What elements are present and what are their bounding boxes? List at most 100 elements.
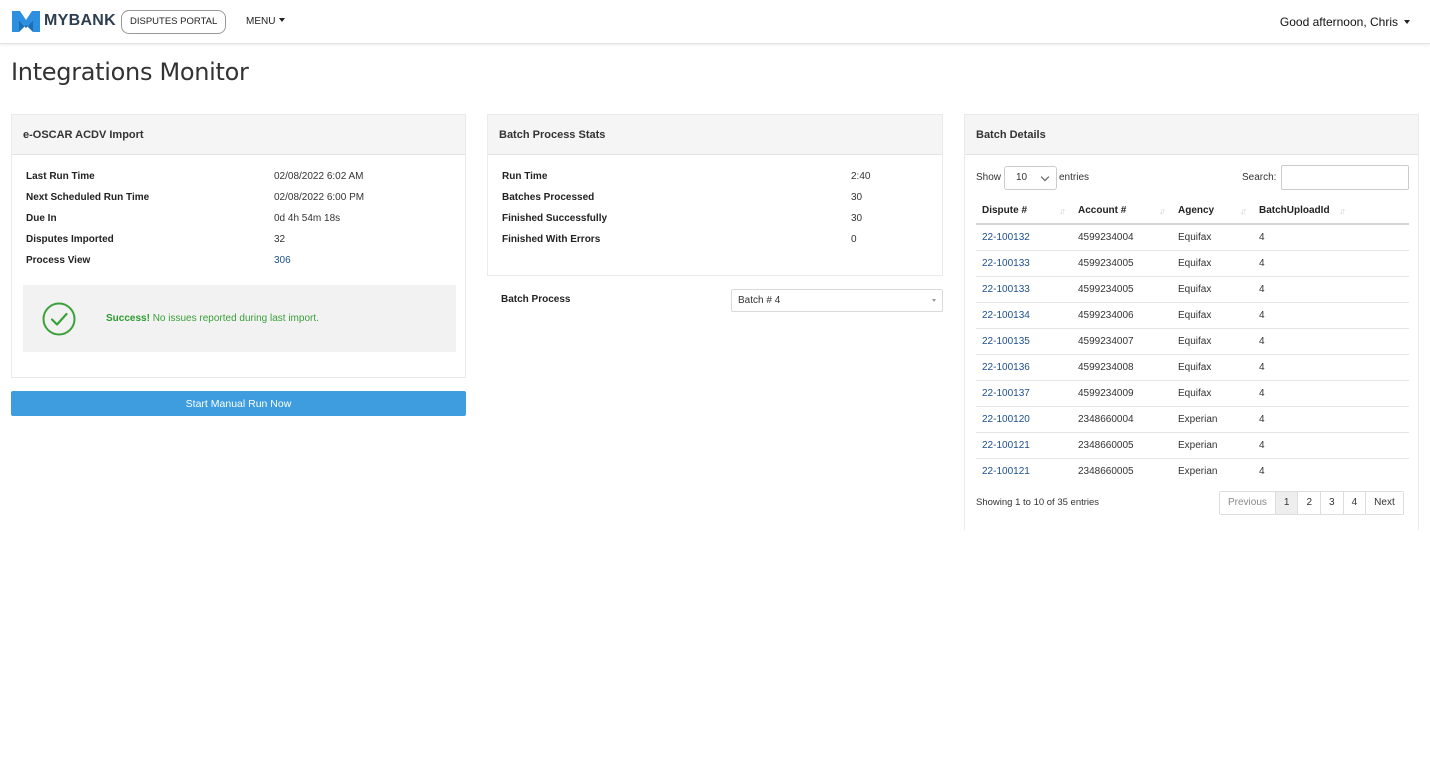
agency-cell: Experian — [1178, 465, 1218, 477]
next-run-label: Next Scheduled Run Time — [26, 192, 150, 203]
dispute-number-link[interactable]: 22-100132 — [976, 224, 1072, 251]
page-button-1[interactable]: 1 — [1275, 492, 1299, 514]
sort-icon: ↓↑ — [1339, 206, 1346, 216]
account-number-cell: 4599234008 — [1072, 354, 1172, 381]
batch-process-select[interactable]: Batch # 4 — [731, 289, 943, 312]
column-header-agency[interactable]: Agency ↓↑ — [1172, 197, 1253, 225]
process-view-link[interactable]: 306 — [274, 255, 291, 266]
sort-icon: ↓↑ — [1159, 206, 1166, 216]
table-row: 22-100135 4599234007 Equifax 4 — [976, 328, 1409, 355]
kv-row: Finished Successfully 30 — [502, 213, 922, 234]
kv-row: Process View 306 — [26, 255, 446, 276]
sort-icon: ↓↑ — [1240, 206, 1247, 216]
success-message: Success! No issues reported during last … — [106, 313, 319, 324]
dispute-number-link[interactable]: 22-100121 — [976, 458, 1072, 484]
account-number-cell: 4599234009 — [1072, 380, 1172, 407]
agency-cell: Experian — [1172, 406, 1253, 433]
dispute-number-link[interactable]: 22-100121 — [976, 432, 1072, 459]
batches-processed-label: Batches Processed — [502, 192, 595, 203]
batch-upload-id-cell: 4 — [1253, 224, 1374, 251]
stats-panel-title: Batch Process Stats — [488, 115, 942, 155]
column-header-account[interactable]: Account # ↓↑ — [1072, 197, 1172, 225]
chevron-down-icon — [1040, 172, 1050, 182]
pagination: Previous 1 2 3 4 Next — [1219, 491, 1404, 515]
caret-down-icon — [1404, 20, 1410, 24]
agency-cell: Equifax — [1172, 250, 1253, 277]
table-row: 22-100121 2348660005 Experian 4 — [976, 458, 1409, 484]
dispute-number-link[interactable]: 22-100135 — [976, 328, 1072, 355]
account-number-cell: 2348660005 — [1078, 465, 1134, 477]
start-manual-run-button[interactable]: Start Manual Run Now — [11, 391, 466, 416]
page-length-select[interactable]: 10 — [1004, 166, 1057, 190]
page-button-4[interactable]: 4 — [1343, 492, 1367, 514]
sort-icon: ↓↑ — [1059, 206, 1066, 216]
import-panel-title: e-OSCAR ACDV Import — [12, 115, 465, 155]
batch-upload-id-cell: 4 — [1253, 302, 1374, 329]
caret-down-icon — [279, 18, 286, 22]
table-row: 22-100120 2348660004 Experian 4 — [976, 406, 1409, 433]
batch-upload-id-cell: 4 — [1253, 328, 1374, 355]
kv-row: Finished With Errors 0 — [502, 234, 922, 255]
column-header-batch-upload-id[interactable]: BatchUploadId ↓↑ — [1253, 197, 1374, 225]
page-length-value: 10 — [1016, 172, 1028, 183]
page-button-3[interactable]: 3 — [1321, 492, 1344, 514]
kv-row: Last Run Time 02/08/2022 6:02 AM — [26, 171, 446, 192]
table-row: 22-100133 4599234005 Equifax 4 — [976, 276, 1409, 303]
dispute-number-link[interactable]: 22-100120 — [976, 406, 1072, 433]
account-number-cell: 4599234004 — [1072, 224, 1172, 251]
dispute-number-link[interactable]: 22-100137 — [976, 380, 1072, 407]
dropdown-arrow-icon — [932, 299, 936, 302]
success-strong: Success! — [106, 313, 150, 324]
column-header-dispute[interactable]: Dispute # ↓↑ — [976, 197, 1072, 225]
kv-row: Disputes Imported 32 — [26, 234, 446, 255]
logo-icon — [12, 11, 40, 32]
portal-badge: DISPUTES PORTAL — [121, 10, 227, 34]
brand-name: MYBANK — [44, 12, 117, 29]
due-in-value: 0d 4h 54m 18s — [274, 213, 341, 224]
dispute-number-link[interactable]: 22-100133 — [976, 250, 1072, 277]
last-run-label: Last Run Time — [26, 171, 95, 182]
process-view-label: Process View — [26, 255, 91, 266]
import-panel: e-OSCAR ACDV Import Last Run Time 02/08/… — [11, 114, 466, 378]
stats-panel: Batch Process Stats Run Time 2:40 Batche… — [487, 114, 943, 276]
next-page-button[interactable]: Next — [1366, 492, 1403, 514]
column-header-label: BatchUploadId — [1259, 204, 1330, 216]
check-circle-icon — [42, 302, 76, 336]
table-row: 22-100133 4599234005 Equifax 4 — [976, 250, 1409, 277]
dispute-number-link[interactable]: 22-100134 — [976, 302, 1072, 329]
dispute-number-link[interactable]: 22-100136 — [976, 354, 1072, 381]
finished-errors-value: 0 — [851, 234, 857, 245]
details-panel-title: Batch Details — [965, 115, 1418, 155]
row-spacer — [1374, 250, 1409, 277]
previous-page-button[interactable]: Previous — [1220, 492, 1276, 514]
account-number-cell: 4599234005 — [1072, 276, 1172, 303]
column-header-label: Agency — [1178, 204, 1215, 216]
row-spacer — [1374, 224, 1409, 251]
success-detail: No issues reported during last import. — [149, 313, 319, 324]
batch-process-label: Batch Process — [501, 294, 571, 305]
row-spacer — [1374, 458, 1409, 484]
row-spacer — [1374, 302, 1409, 329]
batch-upload-id-cell: 4 — [1253, 354, 1374, 381]
account-number-cell: 4599234005 — [1072, 250, 1172, 277]
agency-cell: Equifax — [1172, 276, 1253, 303]
kv-row: Next Scheduled Run Time 02/08/2022 6:00 … — [26, 192, 446, 213]
row-spacer — [1374, 432, 1409, 459]
menu-dropdown[interactable]: MENU — [246, 16, 286, 27]
batches-processed-value: 30 — [851, 192, 863, 203]
page-button-2[interactable]: 2 — [1298, 492, 1322, 514]
run-time-label: Run Time — [502, 171, 548, 182]
last-run-value: 02/08/2022 6:02 AM — [274, 171, 364, 182]
row-spacer — [1374, 380, 1409, 407]
brand-logo[interactable]: MYBANK — [11, 8, 116, 34]
table-row: 22-100137 4599234009 Equifax 4 — [976, 380, 1409, 407]
batch-process-selected: Batch # 4 — [738, 295, 781, 306]
table-row: 22-100134 4599234006 Equifax 4 — [976, 302, 1409, 329]
search-input[interactable] — [1281, 165, 1409, 190]
account-number-cell: 4599234006 — [1072, 302, 1172, 329]
user-menu[interactable]: Good afternoon, Chris — [1280, 15, 1410, 29]
greeting-text: Good afternoon, Chris — [1279, 15, 1398, 29]
batch-upload-id-cell: 4 — [1253, 276, 1374, 303]
dispute-number-link[interactable]: 22-100133 — [976, 276, 1072, 303]
agency-cell: Equifax — [1172, 302, 1253, 329]
